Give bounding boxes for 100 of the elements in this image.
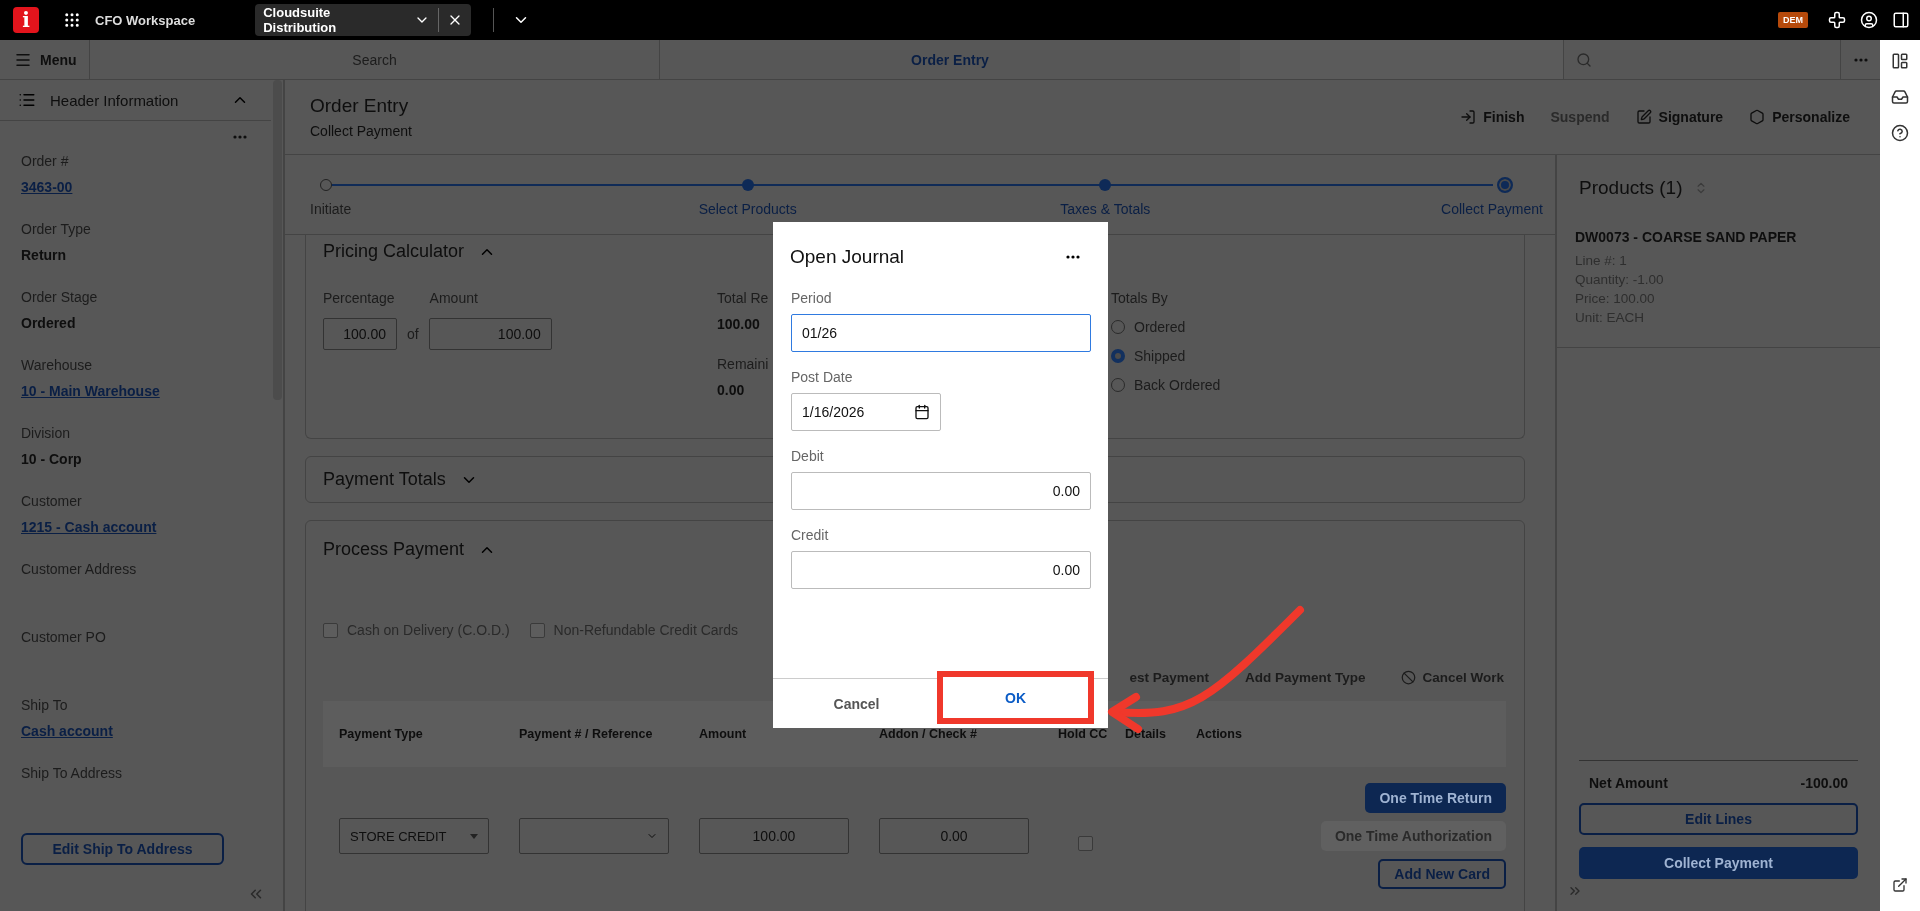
step-dot[interactable] — [1496, 177, 1513, 193]
order-entry-tab[interactable]: Order Entry — [660, 40, 1240, 79]
field-label: Ship To Address — [21, 765, 123, 781]
amount-field[interactable]: 100.00 — [428, 318, 552, 350]
page-subtitle: Collect Payment — [310, 123, 413, 139]
of-label: of — [407, 326, 419, 342]
action-icon — [1460, 109, 1477, 125]
cross-icon[interactable] — [1828, 11, 1846, 29]
action-link[interactable]: Add Payment Type — [1244, 670, 1366, 685]
menu-button[interactable]: Menu — [0, 40, 90, 79]
dialog-title: Open Journal — [790, 246, 905, 268]
addon-field[interactable]: 0.00 — [879, 818, 1029, 854]
step-label[interactable]: Taxes & Totals — [1060, 201, 1151, 217]
reference-select[interactable] — [519, 818, 669, 854]
field-label: Warehouse — [21, 357, 94, 373]
amount-field[interactable]: 100.00 — [699, 818, 849, 854]
radio-option[interactable]: Back Ordered — [1111, 377, 1311, 393]
input-field[interactable]: 1/16/2026 — [791, 393, 941, 431]
field-label: Post Date — [791, 369, 854, 385]
field-label: Order Stage — [21, 289, 99, 305]
field-value: 10 - Corp — [21, 451, 82, 467]
field-link[interactable]: Cash account — [21, 723, 113, 739]
input-field[interactable]: 01/26 — [791, 314, 1091, 352]
field-label: Order Type — [21, 221, 92, 237]
step-dot[interactable] — [320, 179, 332, 191]
column-header: Payment Type — [339, 727, 424, 741]
cancel-icon — [1401, 670, 1417, 685]
toolbar-button[interactable]: Personalize — [1749, 109, 1850, 125]
toolbar-button[interactable]: Signature — [1635, 109, 1724, 125]
search-tab[interactable]: Search — [90, 40, 660, 79]
help-icon[interactable] — [1891, 124, 1909, 142]
more-icon[interactable] — [1066, 255, 1080, 259]
totals-by-label: Totals By — [1111, 290, 1169, 306]
net-amount-value: -100.00 — [1800, 775, 1848, 791]
caret-icon — [470, 833, 478, 839]
step-label[interactable]: Select Products — [698, 201, 797, 217]
user-icon[interactable] — [1860, 11, 1878, 29]
step-label[interactable]: Initiate — [310, 201, 352, 217]
card-title: Payment Totals — [323, 469, 446, 490]
action-icon — [1635, 109, 1652, 125]
action-icon — [1749, 109, 1766, 125]
percentage-field[interactable]: 100.00 — [323, 318, 397, 350]
field-label: Amount — [429, 290, 478, 306]
input-field[interactable]: 0.00 — [791, 472, 1091, 510]
panel-icon[interactable] — [1892, 11, 1910, 29]
inbox-icon[interactable] — [1891, 88, 1909, 106]
field-label: Customer Address — [21, 561, 138, 577]
payment-type-select[interactable]: STORE CREDIT — [339, 818, 489, 854]
edit-ship-to-address-button[interactable]: Edit Ship To Address — [21, 833, 224, 865]
column-header: Hold CC — [1058, 727, 1109, 741]
panel-button[interactable]: Edit Lines — [1579, 803, 1858, 835]
hold-cc-checkbox[interactable] — [1078, 835, 1093, 851]
card-title: Process Payment — [323, 539, 465, 560]
field-label: Period — [791, 290, 833, 306]
calendar-icon — [914, 404, 930, 420]
field-link[interactable]: 1215 - Cash account — [21, 519, 157, 535]
app-grid-icon[interactable] — [63, 11, 81, 29]
environment-badge: DEM — [1778, 12, 1808, 28]
field-label: Credit — [791, 527, 830, 543]
field-label: Customer PO — [21, 629, 107, 645]
layout-icon[interactable] — [1891, 52, 1909, 70]
external-link-icon[interactable] — [1892, 877, 1908, 893]
field-value: Return — [21, 247, 67, 263]
action-link[interactable]: Cancel Work — [1401, 670, 1504, 685]
step-label[interactable]: Collect Payment — [1441, 201, 1543, 217]
net-amount-label: Net Amount — [1589, 775, 1668, 791]
step-dot[interactable] — [741, 179, 754, 191]
field-link[interactable]: 3463-00 — [21, 179, 73, 195]
list-icon — [18, 91, 36, 109]
field-value: Ordered — [21, 315, 76, 331]
step-dot[interactable] — [1099, 179, 1112, 191]
column-header: Details — [1125, 727, 1167, 741]
total-value: 100.00 — [717, 316, 760, 332]
input-field[interactable]: 0.00 — [791, 551, 1091, 589]
total-label: Total Re — [717, 290, 769, 306]
field-link[interactable]: 10 - Main Warehouse — [21, 383, 160, 399]
row-action-button[interactable]: One Time Return — [1365, 783, 1506, 813]
workspace-title: CFO Workspace — [95, 12, 196, 28]
field-label: Order # — [21, 153, 70, 169]
field-label: Division — [21, 425, 71, 441]
page-title: Order Entry — [310, 95, 410, 117]
panel-button[interactable]: Collect Payment — [1579, 847, 1858, 879]
search-icon — [1576, 51, 1592, 68]
field-label: Debit — [791, 448, 825, 464]
column-header: Actions — [1196, 727, 1243, 741]
card-title: Pricing Calculator — [323, 241, 465, 262]
toolbar-button[interactable]: Finish — [1460, 109, 1525, 125]
products-title: Products (1) — [1579, 177, 1683, 199]
action-link[interactable]: est Payment — [1129, 670, 1209, 685]
radio-option[interactable]: Ordered — [1111, 319, 1311, 335]
app-logo[interactable]: i — [13, 7, 39, 33]
app-tab[interactable]: Cloudsuite Distribution — [255, 4, 472, 36]
total-value: 0.00 — [717, 382, 745, 398]
row-action-button[interactable]: Add New Card — [1378, 859, 1506, 889]
column-header: Addon / Check # — [879, 727, 978, 741]
sidebar-title: Header Information — [50, 91, 180, 109]
total-label: Remaini — [717, 356, 769, 372]
column-header: Amount — [699, 727, 748, 741]
column-header: Payment # / Reference — [519, 727, 654, 741]
more-icon — [1853, 57, 1868, 62]
